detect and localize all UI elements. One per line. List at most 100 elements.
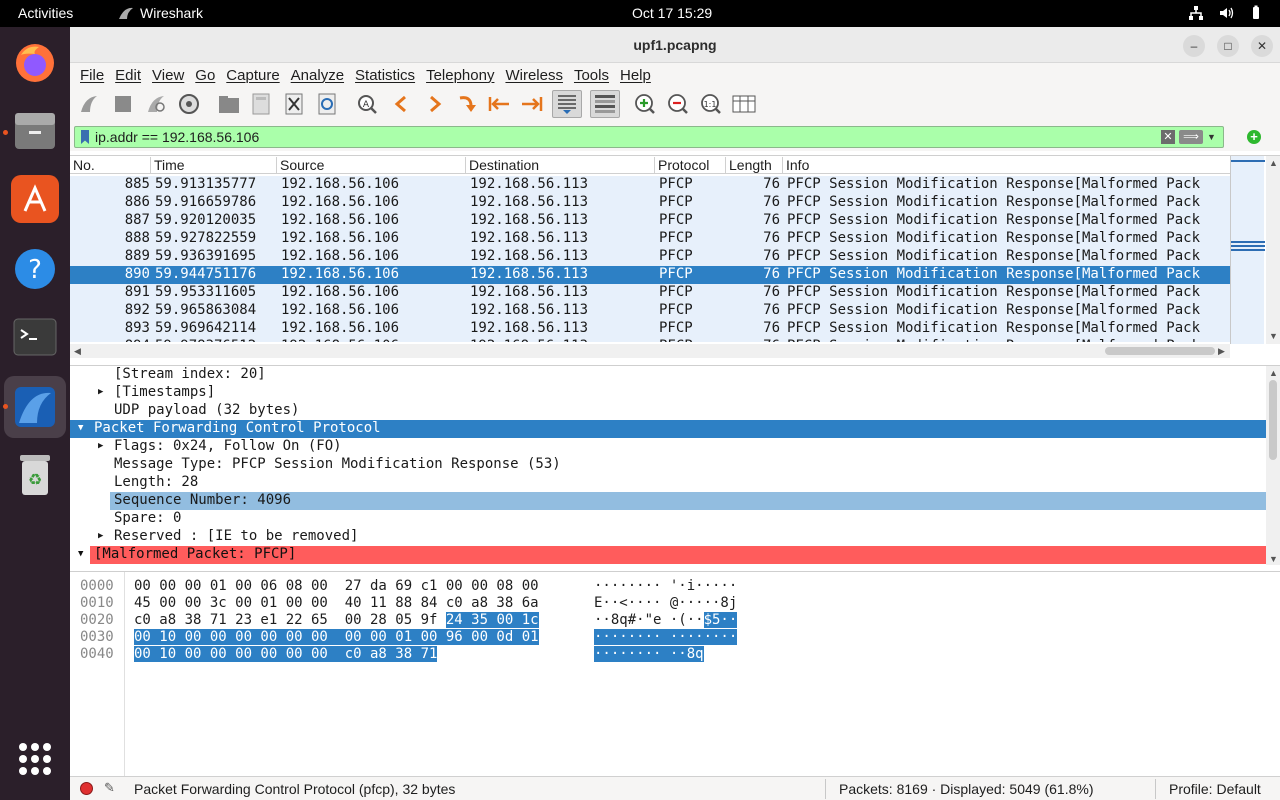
colorize-icon[interactable] bbox=[590, 90, 620, 118]
hex-bytes[interactable]: 00 00 00 01 00 06 08 00 27 da 69 c1 00 0… bbox=[134, 578, 539, 594]
terminal-icon[interactable] bbox=[11, 313, 59, 361]
capture-comment-icon[interactable]: ✎ bbox=[104, 780, 115, 796]
column-header-destination[interactable]: Destination bbox=[466, 157, 655, 174]
show-apps-icon[interactable] bbox=[19, 743, 51, 775]
title-bar[interactable]: upf1.pcapng – □ ✕ bbox=[70, 27, 1280, 63]
packet-row[interactable]: 887 59.920120035 192.168.56.106 192.168.56.… bbox=[70, 212, 1230, 230]
go-forward-icon[interactable] bbox=[422, 91, 448, 117]
hex-row[interactable]: 0040 00 10 00 00 00 00 00 00 c0 a8 38 71 ·… bbox=[70, 646, 870, 663]
filter-text[interactable]: ip.addr == 192.168.56.106 bbox=[95, 129, 1161, 145]
menu-edit[interactable]: Edit bbox=[115, 67, 141, 84]
app-menu[interactable]: Wireshark bbox=[118, 5, 203, 21]
details-tree-item[interactable]: ▼ [Malformed Packet: PFCP] bbox=[78, 546, 1280, 564]
scroll-up-icon[interactable]: ▲ bbox=[1269, 368, 1278, 378]
packet-row[interactable]: 889 59.936391695 192.168.56.106 192.168.56.… bbox=[70, 248, 1230, 266]
help-icon[interactable]: ? bbox=[11, 245, 59, 293]
packet-row[interactable]: 894 59.978376512 192.168.56.106 192.168.56.… bbox=[70, 338, 1230, 342]
close-button[interactable]: ✕ bbox=[1251, 35, 1273, 57]
app-center-icon[interactable] bbox=[11, 175, 59, 223]
ascii-bytes[interactable]: ········ '·i····· bbox=[594, 578, 737, 594]
auto-scroll-icon[interactable] bbox=[552, 90, 582, 118]
hex-row[interactable]: 0010 45 00 00 3c 00 01 00 00 40 11 88 84 … bbox=[70, 595, 870, 612]
packet-row[interactable]: 891 59.953311605 192.168.56.106 192.168.56.… bbox=[70, 284, 1230, 302]
packet-row[interactable]: 886 59.916659786 192.168.56.106 192.168.56.… bbox=[70, 194, 1230, 212]
hex-bytes[interactable]: 00 10 00 00 00 00 00 00 c0 a8 38 71 bbox=[134, 646, 438, 662]
normal-size-icon[interactable]: 1:1 bbox=[698, 91, 724, 117]
packet-row[interactable]: 888 59.927822559 192.168.56.106 192.168.56.… bbox=[70, 230, 1230, 248]
column-header-no[interactable]: No. bbox=[70, 157, 151, 174]
menu-tools[interactable]: Tools bbox=[574, 67, 609, 84]
column-header-length[interactable]: Length bbox=[726, 157, 783, 174]
trash-icon[interactable]: ♻ bbox=[11, 451, 59, 499]
start-capture-icon[interactable] bbox=[76, 91, 102, 117]
hex-bytes[interactable]: 45 00 00 3c 00 01 00 00 40 11 88 84 c0 a… bbox=[134, 595, 539, 611]
display-filter-input[interactable]: ip.addr == 192.168.56.106 ✕ ⟹ ▼ bbox=[74, 126, 1224, 148]
bookmark-icon[interactable] bbox=[81, 130, 89, 144]
save-file-icon[interactable] bbox=[248, 91, 274, 117]
ascii-bytes[interactable]: E··<···· @·····8j bbox=[594, 595, 737, 611]
column-header-time[interactable]: Time bbox=[151, 157, 277, 174]
find-packet-icon[interactable]: A bbox=[354, 91, 380, 117]
close-file-icon[interactable] bbox=[281, 91, 307, 117]
horizontal-scroll-thumb[interactable] bbox=[1105, 347, 1215, 355]
menu-capture[interactable]: Capture bbox=[226, 67, 279, 84]
scroll-up-icon[interactable]: ▲ bbox=[1269, 158, 1278, 168]
details-tree-item[interactable]: Spare: 0 bbox=[70, 510, 1280, 528]
hex-row[interactable]: 0000 00 00 00 01 00 06 08 00 27 da 69 c1 … bbox=[70, 578, 870, 595]
scroll-down-icon[interactable]: ▼ bbox=[1269, 331, 1278, 341]
packet-list-horizontal-scrollbar[interactable]: ◀ ▶ bbox=[70, 344, 1230, 358]
system-tray[interactable] bbox=[1188, 5, 1264, 21]
menu-telephony[interactable]: Telephony bbox=[426, 67, 494, 84]
expert-info-error-icon[interactable] bbox=[80, 782, 93, 795]
details-tree-item[interactable]: [Expert Info (Error/Malformed): Malforme… bbox=[70, 564, 1280, 565]
packet-row[interactable]: 892 59.965863084 192.168.56.106 192.168.56.… bbox=[70, 302, 1230, 320]
maximize-button[interactable]: □ bbox=[1217, 35, 1239, 57]
scroll-left-icon[interactable]: ◀ bbox=[74, 346, 81, 357]
reload-file-icon[interactable] bbox=[314, 91, 340, 117]
details-tree-item[interactable]: ▶ Reserved : [IE to be removed] bbox=[70, 528, 1280, 546]
menu-file[interactable]: File bbox=[80, 67, 104, 84]
clear-filter-icon[interactable]: ✕ bbox=[1161, 130, 1175, 144]
files-icon[interactable] bbox=[11, 107, 59, 155]
packet-list-vertical-scrollbar[interactable]: ▲ ▼ bbox=[1266, 156, 1280, 344]
details-tree-item[interactable]: UDP payload (32 bytes) bbox=[70, 402, 1280, 420]
details-tree-item[interactable]: Message Type: PFCP Session Modification … bbox=[70, 456, 1280, 474]
wireshark-icon[interactable] bbox=[11, 383, 59, 431]
menu-analyze[interactable]: Analyze bbox=[291, 67, 344, 84]
collapse-arrow-icon[interactable]: ▼ bbox=[78, 423, 83, 433]
ascii-bytes[interactable]: ··8q#·"e ·(··$5·· bbox=[594, 612, 738, 628]
status-profile[interactable]: Profile: Default bbox=[1169, 781, 1261, 797]
go-to-packet-icon[interactable] bbox=[454, 91, 480, 117]
restart-capture-icon[interactable] bbox=[143, 91, 169, 117]
details-tree-item[interactable]: [Stream index: 20] bbox=[70, 366, 1280, 384]
menu-statistics[interactable]: Statistics bbox=[355, 67, 415, 84]
ascii-bytes[interactable]: ········ ········ bbox=[594, 629, 738, 645]
details-tree-item[interactable]: ▶ [Timestamps] bbox=[70, 384, 1280, 402]
details-tree-item[interactable]: ▶ Flags: 0x24, Follow On (FO) bbox=[70, 438, 1280, 456]
go-first-packet-icon[interactable] bbox=[486, 91, 512, 117]
column-header-source[interactable]: Source bbox=[277, 157, 466, 174]
filter-history-dropdown-icon[interactable]: ▼ bbox=[1207, 132, 1219, 142]
details-tree-item[interactable]: ▼ Packet Forwarding Control Protocol bbox=[70, 420, 1280, 438]
hex-bytes[interactable]: 00 10 00 00 00 00 00 00 00 00 01 00 96 0… bbox=[134, 629, 539, 645]
stop-capture-icon[interactable] bbox=[110, 91, 136, 117]
resize-columns-icon[interactable] bbox=[731, 91, 757, 117]
column-header-info[interactable]: Info bbox=[783, 157, 1230, 174]
expand-arrow-icon[interactable]: ▶ bbox=[98, 387, 103, 397]
details-scroll-thumb[interactable] bbox=[1269, 380, 1277, 460]
expand-arrow-icon[interactable]: ▶ bbox=[98, 441, 103, 451]
ascii-bytes[interactable]: ········ ··8q bbox=[594, 646, 704, 662]
activities-button[interactable]: Activities bbox=[18, 5, 73, 21]
add-filter-button-icon[interactable]: + bbox=[1247, 130, 1261, 144]
go-back-icon[interactable] bbox=[388, 91, 414, 117]
packet-row[interactable]: 893 59.969642114 192.168.56.106 192.168.56.… bbox=[70, 320, 1230, 338]
packet-row[interactable]: 885 59.913135777 192.168.56.106 192.168.56.… bbox=[70, 176, 1230, 194]
menu-wireless[interactable]: Wireless bbox=[505, 67, 563, 84]
hex-row[interactable]: 0020 c0 a8 38 71 23 e1 22 65 00 28 05 9f … bbox=[70, 612, 870, 629]
hex-row[interactable]: 0030 00 10 00 00 00 00 00 00 00 00 01 00 … bbox=[70, 629, 870, 646]
packet-minimap[interactable] bbox=[1230, 156, 1265, 344]
clock[interactable]: Oct 17 15:29 bbox=[632, 5, 712, 21]
details-vertical-scrollbar[interactable]: ▲ ▼ bbox=[1266, 366, 1280, 565]
expand-arrow-icon[interactable]: ▶ bbox=[98, 531, 103, 541]
packet-row[interactable]: 890 59.944751176 192.168.56.106 192.168.56.… bbox=[70, 266, 1230, 284]
